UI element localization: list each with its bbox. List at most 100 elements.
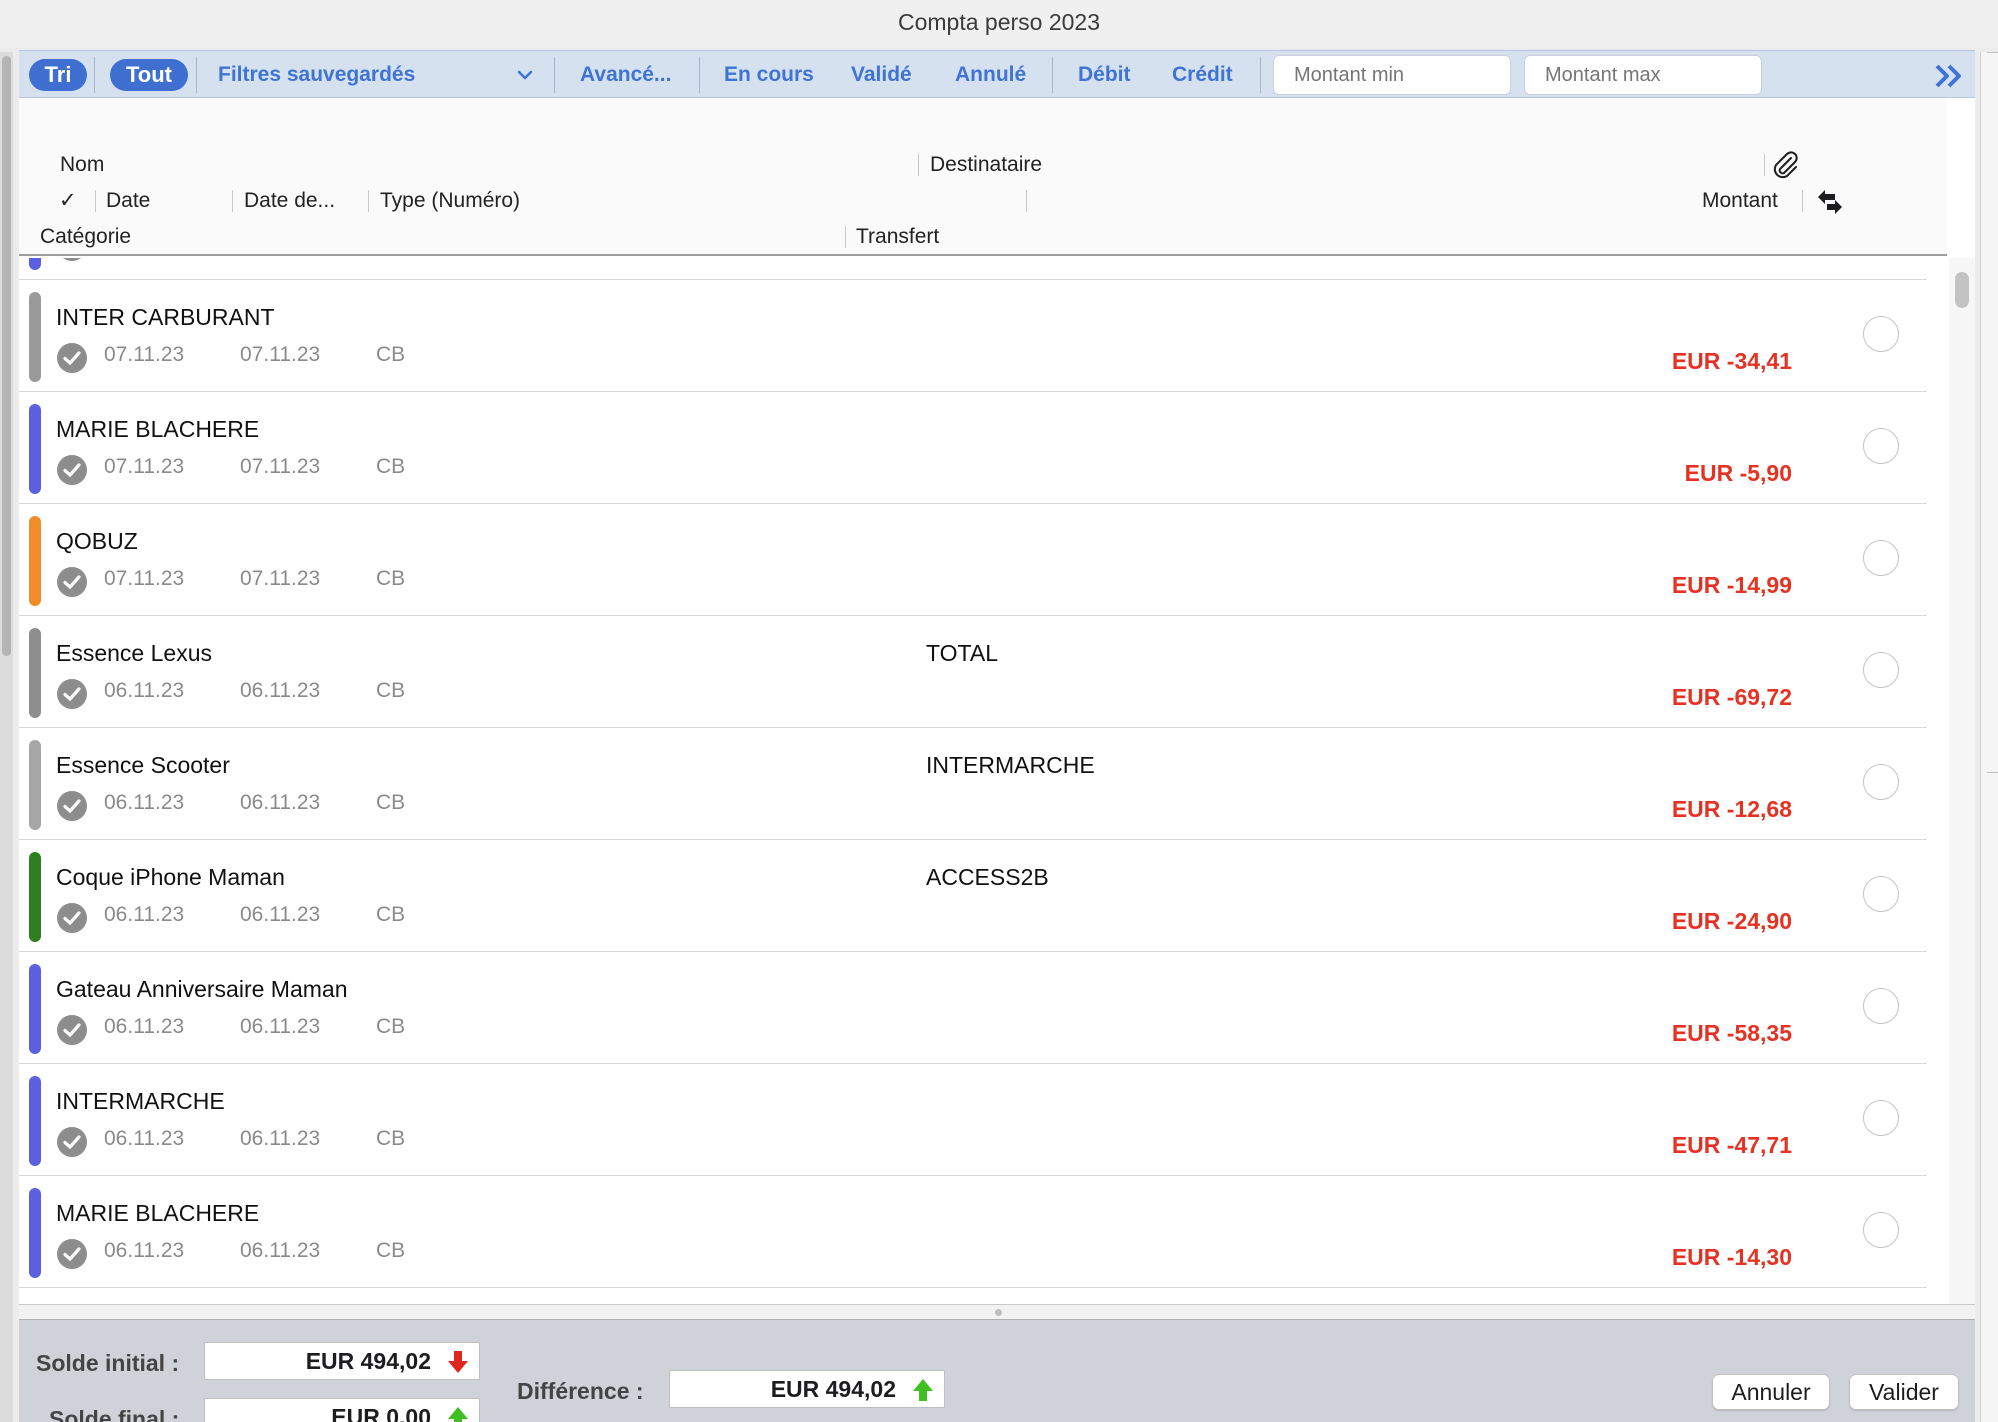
column-divider — [918, 154, 919, 176]
column-payee[interactable]: Destinataire — [930, 152, 1042, 178]
check-circle-icon[interactable] — [56, 258, 88, 262]
transaction-row[interactable]: Coque iPhone Maman 06.11.23 06.11.23 CB … — [19, 840, 1927, 952]
transaction-date: 06.11.23 — [104, 679, 185, 702]
transaction-name[interactable]: Gateau Anniversaire Maman — [56, 976, 348, 1003]
transaction-row[interactable]: Gateau Anniversaire Maman 06.11.23 06.11… — [19, 952, 1927, 1064]
splitter-grip[interactable] — [995, 1309, 1002, 1316]
check-circle-icon[interactable] — [56, 678, 88, 710]
check-circle-icon[interactable] — [56, 902, 88, 934]
column-amount[interactable]: Montant — [1702, 188, 1778, 214]
transaction-name[interactable]: Essence Scooter — [56, 752, 230, 779]
transaction-name[interactable]: INTERMARCHE — [56, 1088, 225, 1115]
transaction-row[interactable]: Essence Lexus 06.11.23 06.11.23 CB TOTAL… — [19, 616, 1927, 728]
list-scroll-thumb[interactable] — [1955, 272, 1969, 308]
check-circle-icon[interactable] — [56, 1126, 88, 1158]
transaction-row[interactable]: MARIE BLACHERE 07.11.23 07.11.23 CB EUR … — [19, 392, 1927, 504]
column-value-date[interactable]: Date de... — [244, 188, 335, 214]
reconcile-checkbox[interactable] — [1863, 1100, 1899, 1136]
transaction-type: CB — [376, 567, 406, 590]
transaction-row[interactable]: INTERMARCHE 06.11.23 06.11.23 CB EUR -47… — [19, 1064, 1927, 1176]
transaction-type: CB — [376, 455, 406, 478]
filter-pending[interactable]: En cours — [724, 61, 814, 89]
cancel-button[interactable]: Annuler — [1712, 1374, 1830, 1410]
transaction-value-date: 06.11.23 — [240, 679, 321, 702]
column-date[interactable]: Date — [106, 188, 150, 214]
filter-credit[interactable]: Crédit — [1172, 61, 1233, 89]
filter-cancelled[interactable]: Annulé — [955, 61, 1026, 89]
check-circle-icon[interactable] — [56, 342, 88, 374]
initial-balance-label: Solde initial : — [36, 1350, 180, 1376]
amount-min-input[interactable] — [1273, 55, 1511, 95]
transaction-payee[interactable]: ACCESS2B — [926, 864, 1049, 891]
transaction-row[interactable]: Essence Scooter 06.11.23 06.11.23 CB INT… — [19, 728, 1927, 840]
paperclip-icon[interactable] — [1771, 150, 1801, 180]
transaction-value-date: 06.11.23 — [240, 903, 321, 926]
reconcile-checkbox[interactable] — [1863, 988, 1899, 1024]
transaction-name[interactable]: Essence Lexus — [56, 640, 212, 667]
check-circle-icon[interactable] — [56, 454, 88, 486]
final-balance-field[interactable]: EUR 0,00 — [204, 1398, 480, 1422]
transaction-date: 06.11.23 — [104, 1015, 185, 1038]
filter-validated[interactable]: Validé — [851, 61, 912, 89]
advanced-filter-button[interactable]: Avancé... — [580, 61, 671, 89]
sort-button[interactable]: Tri — [29, 59, 87, 91]
saved-filters-dropdown[interactable]: Filtres sauvegardés — [218, 61, 415, 89]
reconcile-checkbox[interactable] — [1863, 540, 1899, 576]
transfer-arrows-icon[interactable] — [1815, 188, 1845, 216]
window-title: Compta perso 2023 — [0, 0, 1998, 48]
final-balance-label: Solde final : — [49, 1406, 180, 1422]
column-transfer[interactable]: Transfert — [856, 224, 939, 250]
transaction-list[interactable]: INTER CARBURANT 07.11.23 07.11.23 CB EUR… — [19, 258, 1949, 1304]
transaction-amount: EUR -5,90 — [1684, 460, 1792, 486]
reconcile-checkbox[interactable] — [1863, 876, 1899, 912]
initial-balance-field[interactable]: EUR 494,02 — [204, 1342, 480, 1380]
list-scrollbar[interactable] — [1949, 258, 1975, 1304]
filter-debit[interactable]: Débit — [1078, 61, 1131, 89]
validate-button[interactable]: Valider — [1849, 1374, 1959, 1410]
transaction-name[interactable]: INTER CARBURANT — [56, 304, 275, 331]
reconcile-checkbox[interactable] — [1863, 1212, 1899, 1248]
check-circle-icon[interactable] — [56, 1238, 88, 1270]
transaction-row[interactable]: QOBUZ 07.11.23 07.11.23 CB EUR -14,99 — [19, 504, 1927, 616]
amount-max-input[interactable] — [1524, 55, 1762, 95]
column-category[interactable]: Catégorie — [40, 224, 131, 250]
transaction-row-partial[interactable] — [19, 258, 1927, 280]
check-circle-icon[interactable] — [56, 566, 88, 598]
toolbar-separator — [699, 57, 700, 93]
transaction-payee[interactable]: INTERMARCHE — [926, 752, 1095, 779]
transaction-row[interactable]: MARIE BLACHERE 06.11.23 06.11.23 CB EUR … — [19, 1176, 1927, 1288]
sidebar-edge[interactable] — [0, 52, 13, 1422]
transaction-name[interactable]: Coque iPhone Maman — [56, 864, 285, 891]
reconcile-checkbox[interactable] — [1863, 764, 1899, 800]
check-circle-icon[interactable] — [56, 790, 88, 822]
color-tag — [29, 628, 41, 718]
transaction-name[interactable]: QOBUZ — [56, 528, 138, 555]
double-chevron-right-icon[interactable] — [1934, 63, 1964, 89]
check-circle-icon[interactable] — [56, 1014, 88, 1046]
toolbar-separator — [94, 57, 95, 93]
filter-toolbar: Tri Tout Filtres sauvegardés Avancé... E… — [19, 50, 1975, 98]
reconcile-checkbox[interactable] — [1863, 316, 1899, 352]
column-check[interactable]: ✓ — [59, 188, 77, 214]
transaction-amount: EUR -58,35 — [1671, 1020, 1792, 1046]
reconcile-checkbox[interactable] — [1863, 428, 1899, 464]
transaction-payee[interactable]: TOTAL — [926, 640, 998, 667]
column-name[interactable]: Nom — [60, 152, 104, 178]
column-type[interactable]: Type (Numéro) — [380, 188, 520, 214]
arrow-up-icon — [913, 1379, 933, 1401]
show-all-button[interactable]: Tout — [110, 59, 188, 91]
transaction-amount: EUR -14,99 — [1671, 572, 1792, 598]
toolbar-separator — [196, 57, 197, 93]
reconcile-checkbox[interactable] — [1863, 652, 1899, 688]
transactions-panel: Tri Tout Filtres sauvegardés Avancé... E… — [19, 50, 1975, 1422]
transaction-date: 06.11.23 — [104, 791, 185, 814]
transaction-row[interactable]: INTER CARBURANT 07.11.23 07.11.23 CB EUR… — [19, 280, 1927, 392]
sidebar-scroll-thumb[interactable] — [2, 56, 11, 656]
transaction-name[interactable]: MARIE BLACHERE — [56, 416, 259, 443]
pane-splitter[interactable] — [19, 1304, 1975, 1320]
transaction-date: 06.11.23 — [104, 1127, 185, 1150]
transaction-name[interactable]: MARIE BLACHERE — [56, 1200, 259, 1227]
transaction-value-date: 06.11.23 — [240, 791, 321, 814]
chevron-down-icon[interactable] — [515, 65, 535, 85]
transaction-type: CB — [376, 343, 406, 366]
